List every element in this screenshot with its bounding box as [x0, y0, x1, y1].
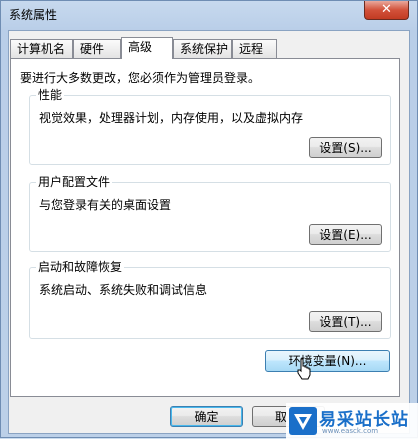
tab-label: 系统保护 — [180, 42, 229, 56]
group-description: 与您登录有关的桌面设置 — [39, 198, 172, 212]
admin-note: 要进行大多数更改，您必须作为管理员登录。 — [20, 71, 261, 85]
watermark-logo-icon — [289, 407, 317, 435]
window-title: 系统属性 — [9, 8, 58, 22]
group-legend: 性能 — [36, 88, 65, 102]
group-user-profiles: 用户配置文件 与您登录有关的桌面设置 设置(E)... — [29, 175, 391, 252]
tab-advanced[interactable]: 高级 — [121, 37, 173, 59]
tab-computer-name[interactable]: 计算机名 — [10, 39, 73, 58]
group-legend: 启动和故障恢复 — [36, 260, 125, 274]
hand-cursor-icon — [297, 358, 311, 380]
user-profiles-settings-button[interactable]: 设置(E)... — [309, 224, 382, 245]
group-legend: 用户配置文件 — [36, 175, 113, 189]
tab-hardware[interactable]: 硬件 — [73, 39, 121, 58]
close-button[interactable]: ✕ — [364, 1, 409, 20]
tab-label: 远程 — [239, 42, 264, 56]
tab-label: 硬件 — [80, 42, 105, 56]
group-description: 视觉效果，处理器计划，内存使用，以及虚拟内存 — [39, 111, 304, 125]
environment-variables-button[interactable]: 环境变量(N)... — [265, 350, 390, 372]
startup-recovery-settings-button[interactable]: 设置(T)... — [309, 311, 382, 332]
watermark: 易采站长站 www.easck.com — [286, 403, 418, 439]
tab-label: 高级 — [128, 40, 153, 54]
group-performance: 性能 视觉效果，处理器计划，内存使用，以及虚拟内存 设置(S)... — [29, 88, 391, 165]
group-startup-recovery: 启动和故障恢复 系统启动、系统失败和调试信息 设置(T)... — [29, 260, 391, 339]
system-properties-window: 系统属性 ✕ 计算机名 硬件 高级 系统保护 远程 要进行大多数更改，您必须作为… — [0, 0, 418, 439]
tab-system-protection[interactable]: 系统保护 — [173, 39, 232, 58]
tab-label: 计算机名 — [17, 42, 66, 56]
title-bar[interactable]: 系统属性 ✕ — [1, 1, 417, 27]
tab-remote[interactable]: 远程 — [232, 39, 277, 58]
watermark-url: www.easck.com — [322, 427, 379, 435]
group-description: 系统启动、系统失败和调试信息 — [39, 283, 208, 297]
ok-button[interactable]: 确定 — [170, 406, 243, 427]
close-icon: ✕ — [381, 2, 392, 17]
performance-settings-button[interactable]: 设置(S)... — [309, 137, 382, 158]
